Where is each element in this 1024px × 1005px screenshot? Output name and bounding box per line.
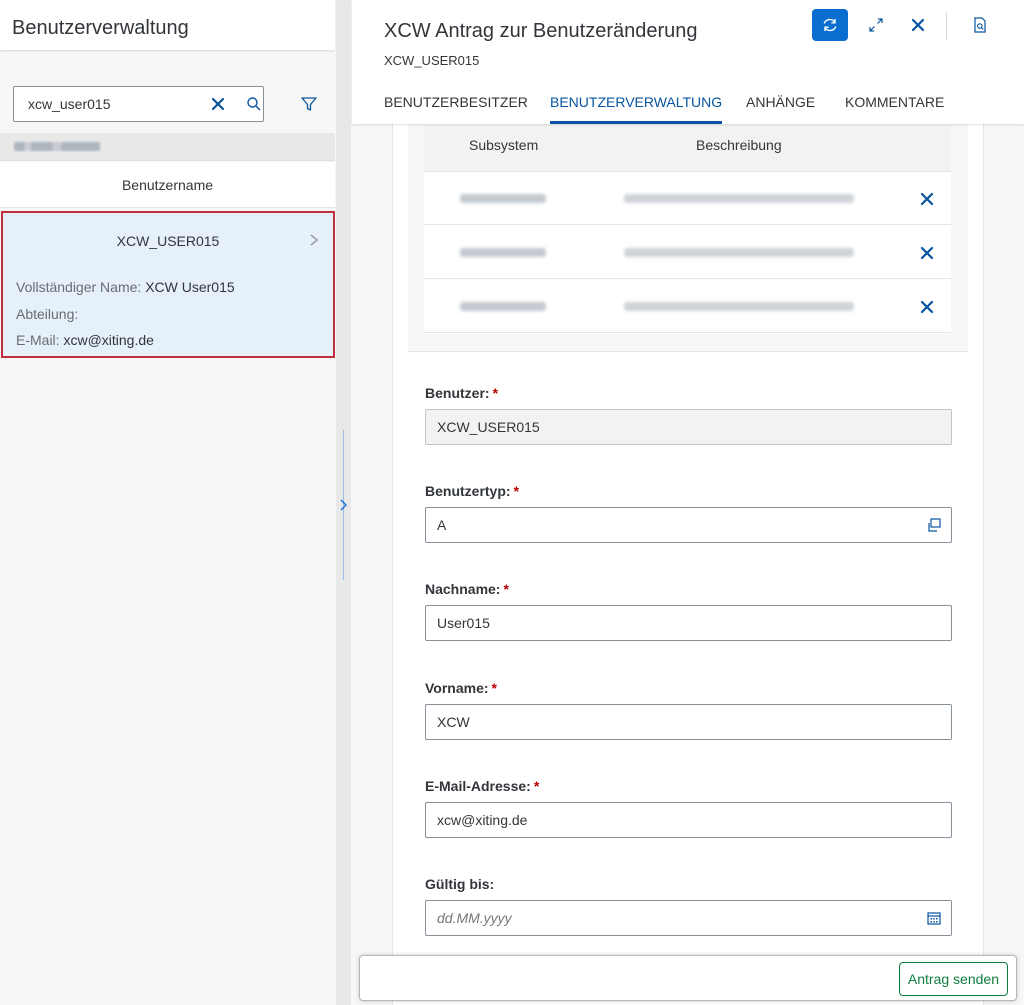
attr-email: E-Mail: xcw@xiting.de [16, 332, 154, 348]
firstname-label: Vorname: * [425, 680, 497, 696]
required-mark: * [503, 581, 509, 597]
refresh-icon [823, 18, 837, 32]
email-field[interactable] [425, 802, 952, 838]
redacted-subsystem [460, 194, 546, 203]
redacted-description [624, 194, 854, 203]
lastname-input[interactable] [426, 606, 906, 640]
table-header: Subsystem Beschreibung [424, 124, 951, 172]
close-icon [911, 18, 925, 32]
tab-anhaenge[interactable]: ANHÄNGE [746, 94, 815, 124]
list-item-selected-user[interactable]: XCW_USER015 Vollständiger Name: XCW User… [1, 211, 335, 358]
full-name-label: Vollständiger Name: [16, 279, 142, 295]
detail-header: XCW Antrag zur Benutzeränderung XCW_USER… [352, 0, 1024, 124]
table-row [424, 172, 951, 225]
search-field[interactable] [13, 86, 264, 122]
table-row [424, 280, 951, 333]
document-preview-button[interactable] [962, 9, 998, 41]
master-pane: Benutzerverwaltung Benutzername XCW_USER… [0, 0, 335, 1005]
redacted-subsystem [460, 302, 546, 311]
usertype-label-text: Benutzertyp: [425, 483, 511, 499]
user-field [425, 409, 952, 445]
group-header [0, 133, 335, 161]
usertype-label: Benutzertyp: * [425, 483, 519, 499]
value-help-icon[interactable] [926, 517, 942, 533]
email-label-text: E-Mail-Adresse: [425, 778, 531, 794]
required-mark: * [492, 385, 499, 401]
valid-until-input[interactable] [426, 901, 906, 935]
redacted-text [14, 142, 100, 151]
delete-icon[interactable] [920, 246, 934, 260]
close-button[interactable] [900, 9, 936, 41]
chevron-right-icon [310, 234, 319, 246]
required-mark: * [491, 680, 497, 696]
lastname-label: Nachname: * [425, 581, 509, 597]
attr-department: Abteilung: [16, 306, 78, 322]
tab-kommentare[interactable]: KOMMENTARE [845, 94, 944, 124]
subsystem-section: Subsystem Beschreibung [408, 124, 968, 352]
column-header-username: Benutzername [0, 162, 335, 208]
search-icon[interactable] [246, 96, 262, 112]
valid-until-field[interactable] [425, 900, 952, 936]
delete-icon[interactable] [920, 192, 934, 206]
document-search-icon [974, 17, 986, 33]
tab-benutzerverwaltung[interactable]: BENUTZERVERWALTUNG [550, 94, 723, 124]
redacted-subsystem [460, 248, 546, 257]
page-title: XCW Antrag zur Benutzeränderung [384, 20, 698, 42]
full-name-value: XCW User015 [145, 279, 235, 295]
email-label: E-Mail: [16, 332, 60, 348]
valid-until-label: Gültig bis: [425, 876, 495, 892]
page-subtitle: XCW_USER015 [384, 53, 480, 68]
calendar-icon[interactable] [926, 910, 942, 926]
subsystem-table: Subsystem Beschreibung [424, 124, 951, 334]
submit-request-button[interactable]: Antrag senden [898, 962, 1008, 996]
firstname-field[interactable] [425, 704, 952, 740]
user-label-text: Benutzer: [425, 385, 490, 401]
filter-icon[interactable] [300, 95, 318, 113]
email-value: xcw@xiting.de [63, 332, 154, 348]
fullscreen-button[interactable] [858, 9, 894, 41]
department-label: Abteilung: [16, 306, 79, 322]
email-input[interactable] [426, 803, 906, 837]
lastname-label-text: Nachname: [425, 581, 501, 597]
usertype-input[interactable] [426, 508, 906, 542]
list-item-title: XCW_USER015 [116, 233, 220, 249]
user-label: Benutzer: * [425, 385, 498, 401]
column-header-description: Beschreibung [696, 137, 782, 153]
redacted-description [624, 302, 854, 311]
clear-icon[interactable] [210, 96, 226, 112]
table-row [424, 226, 951, 279]
attr-full-name: Vollständiger Name: XCW User015 [16, 279, 235, 295]
footer-toolbar: Antrag senden [359, 955, 1017, 1001]
column-header-subsystem: Subsystem [469, 137, 539, 153]
chevron-right-icon[interactable] [338, 496, 348, 514]
toolbar-separator [946, 12, 947, 40]
lastname-field[interactable] [425, 605, 952, 641]
user-input [426, 410, 906, 444]
usertype-field[interactable] [425, 507, 952, 543]
redacted-description [624, 248, 854, 257]
delete-icon[interactable] [920, 300, 934, 314]
refresh-button[interactable] [812, 9, 848, 41]
firstname-input[interactable] [426, 705, 906, 739]
fullscreen-icon [869, 18, 883, 32]
firstname-label-text: Vorname: [425, 680, 489, 696]
email-label: E-Mail-Adresse: * [425, 778, 539, 794]
search-input[interactable] [14, 87, 194, 121]
master-title: Benutzerverwaltung [0, 0, 335, 50]
required-mark: * [533, 778, 540, 794]
required-mark: * [513, 483, 520, 499]
tab-benutzerbesitzer[interactable]: BENUTZERBESITZER [384, 94, 528, 124]
